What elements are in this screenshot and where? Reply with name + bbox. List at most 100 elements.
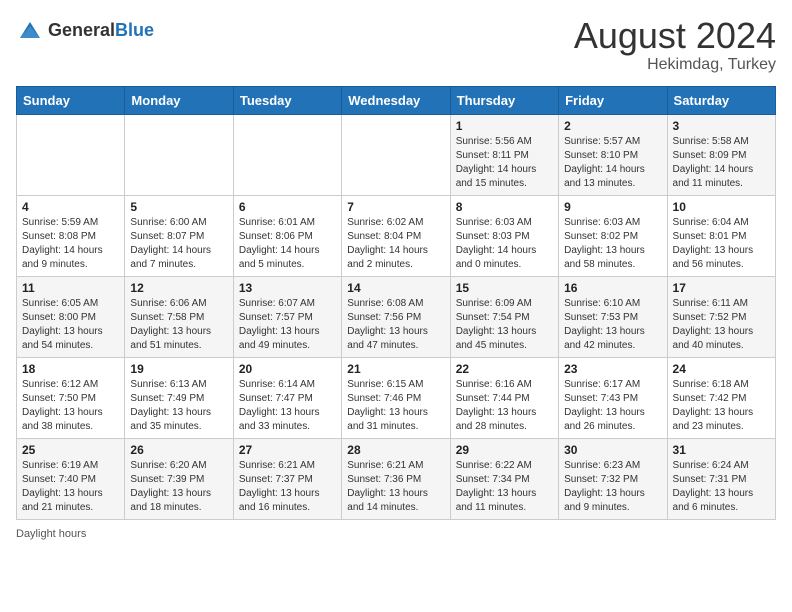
day-info: Sunrise: 6:22 AM Sunset: 7:34 PM Dayligh… <box>456 459 553 515</box>
day-info: Sunrise: 5:56 AM Sunset: 8:11 PM Dayligh… <box>456 135 553 191</box>
day-info: Sunrise: 6:01 AM Sunset: 8:06 PM Dayligh… <box>239 216 336 272</box>
calendar-week-row: 25 Sunrise: 6:19 AM Sunset: 7:40 PM Dayli… <box>17 438 776 519</box>
table-row: 13Sunrise: 6:07 AM Sunset: 7:57 PM Dayli… <box>233 276 341 357</box>
location-subtitle: Hekimdag, Turkey <box>574 56 776 74</box>
day-number: 15 <box>456 281 553 295</box>
day-number: 28 <box>347 443 444 457</box>
day-info: Sunrise: 6:09 AM Sunset: 7:54 PM Dayligh… <box>456 297 553 353</box>
day-number: 16 <box>564 281 661 295</box>
day-number: 5 <box>130 200 227 214</box>
logo-blue: Blue <box>115 20 154 40</box>
header-monday: Monday <box>125 86 233 114</box>
day-number: 25 <box>22 443 119 457</box>
day-number: 31 <box>673 443 770 457</box>
day-info: Sunrise: 6:05 AM Sunset: 8:00 PM Dayligh… <box>22 297 119 353</box>
day-number: 29 <box>456 443 553 457</box>
day-number: 22 <box>456 362 553 376</box>
table-row <box>17 114 125 195</box>
table-row: 23 Sunrise: 6:17 AM Sunset: 7:43 PM Dayli… <box>559 357 667 438</box>
day-info: Sunrise: 6:23 AM Sunset: 7:32 PM Dayligh… <box>564 459 661 515</box>
day-info: Sunrise: 6:14 AM Sunset: 7:47 PM Dayligh… <box>239 378 336 434</box>
day-info: Sunrise: 6:24 AM Sunset: 7:31 PM Dayligh… <box>673 459 770 515</box>
day-info: Sunrise: 6:03 AM Sunset: 8:03 PM Dayligh… <box>456 216 553 272</box>
day-info: Sunrise: 6:18 AM Sunset: 7:42 PM Dayligh… <box>673 378 770 434</box>
day-number: 2 <box>564 119 661 133</box>
day-info: Sunrise: 6:02 AM Sunset: 8:04 PM Dayligh… <box>347 216 444 272</box>
table-row: 11Sunrise: 6:05 AM Sunset: 8:00 PM Dayli… <box>17 276 125 357</box>
table-row: 7 Sunrise: 6:02 AM Sunset: 8:04 PM Daylig… <box>342 195 450 276</box>
day-number: 26 <box>130 443 227 457</box>
day-number: 12 <box>130 281 227 295</box>
header-thursday: Thursday <box>450 86 558 114</box>
day-number: 1 <box>456 119 553 133</box>
day-info: Sunrise: 5:59 AM Sunset: 8:08 PM Dayligh… <box>22 216 119 272</box>
day-info: Sunrise: 5:57 AM Sunset: 8:10 PM Dayligh… <box>564 135 661 191</box>
calendar-table: Sunday Monday Tuesday Wednesday Thursday… <box>16 86 776 520</box>
table-row: 18 Sunrise: 6:12 AM Sunset: 7:50 PM Dayli… <box>17 357 125 438</box>
table-row: 15 Sunrise: 6:09 AM Sunset: 7:54 PM Dayli… <box>450 276 558 357</box>
table-row: 3 Sunrise: 5:58 AM Sunset: 8:09 PM Daylig… <box>667 114 775 195</box>
table-row: 25 Sunrise: 6:19 AM Sunset: 7:40 PM Dayli… <box>17 438 125 519</box>
logo: GeneralBlue <box>16 16 154 44</box>
table-row: 17 Sunrise: 6:11 AM Sunset: 7:52 PM Dayli… <box>667 276 775 357</box>
day-number: 7 <box>347 200 444 214</box>
day-info: Sunrise: 6:12 AM Sunset: 7:50 PM Dayligh… <box>22 378 119 434</box>
table-row: 21Sunrise: 6:15 AM Sunset: 7:46 PM Dayli… <box>342 357 450 438</box>
table-row: 27 Sunrise: 6:21 AM Sunset: 7:37 PM Dayli… <box>233 438 341 519</box>
day-info: Sunrise: 6:21 AM Sunset: 7:37 PM Dayligh… <box>239 459 336 515</box>
day-number: 17 <box>673 281 770 295</box>
footer: Daylight hours <box>16 528 776 540</box>
table-row: 8Sunrise: 6:03 AM Sunset: 8:03 PM Daylig… <box>450 195 558 276</box>
day-info: Sunrise: 6:15 AM Sunset: 7:46 PM Dayligh… <box>347 378 444 434</box>
table-row: 4Sunrise: 5:59 AM Sunset: 8:08 PM Daylig… <box>17 195 125 276</box>
day-number: 27 <box>239 443 336 457</box>
calendar-week-row: 11Sunrise: 6:05 AM Sunset: 8:00 PM Dayli… <box>17 276 776 357</box>
table-row: 30 Sunrise: 6:23 AM Sunset: 7:32 PM Dayli… <box>559 438 667 519</box>
day-number: 20 <box>239 362 336 376</box>
day-number: 18 <box>22 362 119 376</box>
table-row: 14 Sunrise: 6:08 AM Sunset: 7:56 PM Dayli… <box>342 276 450 357</box>
daylight-label: Daylight hours <box>16 528 86 540</box>
table-row: 9 Sunrise: 6:03 AM Sunset: 8:02 PM Daylig… <box>559 195 667 276</box>
day-number: 6 <box>239 200 336 214</box>
header-wednesday: Wednesday <box>342 86 450 114</box>
day-info: Sunrise: 6:07 AM Sunset: 7:57 PM Dayligh… <box>239 297 336 353</box>
table-row: 31 Sunrise: 6:24 AM Sunset: 7:31 PM Dayli… <box>667 438 775 519</box>
day-info: Sunrise: 6:06 AM Sunset: 7:58 PM Dayligh… <box>130 297 227 353</box>
table-row: 19Sunrise: 6:13 AM Sunset: 7:49 PM Dayli… <box>125 357 233 438</box>
table-row: 5 Sunrise: 6:00 AM Sunset: 8:07 PM Daylig… <box>125 195 233 276</box>
day-info: Sunrise: 6:19 AM Sunset: 7:40 PM Dayligh… <box>22 459 119 515</box>
day-info: Sunrise: 6:04 AM Sunset: 8:01 PM Dayligh… <box>673 216 770 272</box>
calendar-week-row: 1 Sunrise: 5:56 AM Sunset: 8:11 PM Daylig… <box>17 114 776 195</box>
day-info: Sunrise: 6:00 AM Sunset: 8:07 PM Dayligh… <box>130 216 227 272</box>
header-saturday: Saturday <box>667 86 775 114</box>
day-number: 30 <box>564 443 661 457</box>
day-number: 3 <box>673 119 770 133</box>
day-info: Sunrise: 6:08 AM Sunset: 7:56 PM Dayligh… <box>347 297 444 353</box>
table-row: 29 Sunrise: 6:22 AM Sunset: 7:34 PM Dayli… <box>450 438 558 519</box>
logo-general: General <box>48 20 115 40</box>
day-number: 23 <box>564 362 661 376</box>
day-info: Sunrise: 6:17 AM Sunset: 7:43 PM Dayligh… <box>564 378 661 434</box>
calendar-header-row: Sunday Monday Tuesday Wednesday Thursday… <box>17 86 776 114</box>
table-row: 10Sunrise: 6:04 AM Sunset: 8:01 PM Dayli… <box>667 195 775 276</box>
calendar-week-row: 18 Sunrise: 6:12 AM Sunset: 7:50 PM Dayli… <box>17 357 776 438</box>
table-row: 12 Sunrise: 6:06 AM Sunset: 7:58 PM Dayli… <box>125 276 233 357</box>
day-number: 9 <box>564 200 661 214</box>
table-row: 26 Sunrise: 6:20 AM Sunset: 7:39 PM Dayli… <box>125 438 233 519</box>
header-friday: Friday <box>559 86 667 114</box>
day-info: Sunrise: 6:16 AM Sunset: 7:44 PM Dayligh… <box>456 378 553 434</box>
day-info: Sunrise: 6:11 AM Sunset: 7:52 PM Dayligh… <box>673 297 770 353</box>
day-info: Sunrise: 5:58 AM Sunset: 8:09 PM Dayligh… <box>673 135 770 191</box>
table-row <box>342 114 450 195</box>
day-number: 24 <box>673 362 770 376</box>
table-row: 16 Sunrise: 6:10 AM Sunset: 7:53 PM Dayli… <box>559 276 667 357</box>
day-info: Sunrise: 6:03 AM Sunset: 8:02 PM Dayligh… <box>564 216 661 272</box>
day-info: Sunrise: 6:10 AM Sunset: 7:53 PM Dayligh… <box>564 297 661 353</box>
day-info: Sunrise: 6:20 AM Sunset: 7:39 PM Dayligh… <box>130 459 227 515</box>
day-number: 14 <box>347 281 444 295</box>
table-row: 2 Sunrise: 5:57 AM Sunset: 8:10 PM Daylig… <box>559 114 667 195</box>
title-block: August 2024 Hekimdag, Turkey <box>574 16 776 74</box>
header-tuesday: Tuesday <box>233 86 341 114</box>
table-row <box>125 114 233 195</box>
